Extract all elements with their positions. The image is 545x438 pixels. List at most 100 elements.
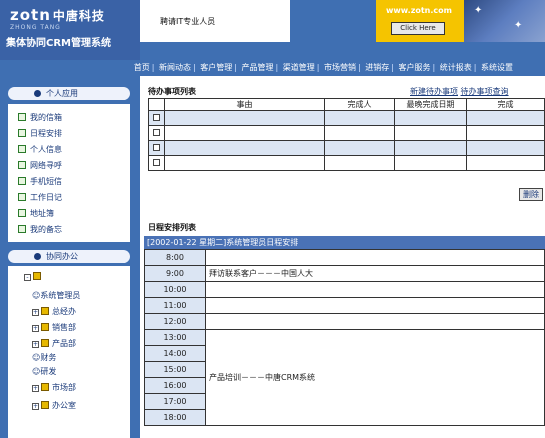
row-checkbox[interactable] — [153, 128, 160, 136]
tree-label: 总经办 — [52, 307, 76, 316]
tree-ceo-office[interactable]: + 总经办 — [32, 306, 76, 317]
ad-text: 聘请IT专业人员 — [160, 17, 216, 26]
office-panel-header[interactable]: 协同办公 — [8, 250, 130, 263]
house-icon — [41, 323, 49, 331]
tree-label: 销售部 — [52, 323, 76, 332]
todo-title: 待办事项列表 — [148, 87, 196, 96]
menu-memo[interactable]: 我的备忘 — [18, 224, 62, 235]
time-cell: 17:00 — [144, 393, 206, 410]
tree-rd[interactable]: ☺研发 — [32, 366, 56, 377]
col-header — [148, 98, 165, 111]
menu-sms[interactable]: 手机短信 — [18, 176, 62, 187]
tree-admin[interactable]: ☺系统管理员 — [32, 290, 80, 301]
schedule-row[interactable]: 12:00 — [144, 313, 545, 330]
table-cell — [164, 125, 325, 141]
todo-links: 新建待办事项 待办事项查询 — [410, 86, 509, 97]
nav-inventory[interactable]: 进销存 — [365, 63, 389, 72]
schedule-row[interactable]: 10:00 — [144, 281, 545, 298]
tree-label: 系统管理员 — [40, 291, 81, 300]
row-checkbox[interactable] — [153, 143, 160, 151]
nav-channels[interactable]: 渠道管理 — [283, 63, 315, 72]
bullet-icon — [34, 90, 41, 97]
expand-icon: + — [32, 385, 39, 392]
row-checkbox[interactable] — [153, 158, 160, 166]
schedule-table: 8:00 9:00 拜访联系客户－－－中国人大 10:00 11:00 12:00… — [144, 249, 545, 426]
time-cell: 18:00 — [144, 409, 206, 426]
tree-marketing[interactable]: + 市场部 — [32, 382, 76, 393]
bullet-icon — [34, 253, 41, 260]
sparkle-icon: ✦ — [514, 20, 523, 31]
tree-finance[interactable]: ☺财务 — [32, 352, 56, 363]
row-checkbox[interactable] — [153, 113, 160, 121]
event-cell — [205, 249, 545, 266]
table-row[interactable] — [148, 110, 545, 126]
new-todo-link[interactable]: 新建待办事项 — [410, 87, 458, 96]
table-row[interactable] — [148, 125, 545, 141]
personal-panel-title: 个人应用 — [46, 89, 78, 98]
table-cell — [394, 155, 467, 171]
tree-root[interactable]: - — [24, 272, 44, 281]
house-icon — [41, 401, 49, 409]
time-cell: 11:00 — [144, 297, 206, 314]
expand-icon: + — [32, 309, 39, 316]
table-cell — [394, 125, 467, 141]
time-cell: 10:00 — [144, 281, 206, 298]
col-header: 完成 — [466, 98, 545, 111]
click-here-button[interactable]: Click Here — [391, 22, 445, 35]
table-header-row: 事由 完成人 最晚完成日期 完成 — [148, 98, 545, 111]
event-cell: 拜访联系客户－－－中国人大 — [205, 265, 545, 282]
main-content: 待办事项列表 新建待办事项 待办事项查询 事由 完成人 最晚完成日期 完成 删除… — [140, 76, 545, 438]
house-icon — [33, 272, 41, 280]
nav-settings[interactable]: 系统设置 — [481, 63, 513, 72]
tree-office[interactable]: + 办公室 — [32, 400, 76, 411]
time-cell: 15:00 — [144, 361, 206, 378]
logo-text: zotn — [10, 6, 51, 24]
menu-label: 手机短信 — [30, 177, 62, 186]
schedule-row[interactable]: 9:00 拜访联系客户－－－中国人大 — [144, 265, 545, 282]
table-cell — [148, 140, 165, 156]
person-icon — [18, 145, 26, 153]
time-cell: 13:00 — [144, 329, 206, 346]
nav-products[interactable]: 产品管理 — [242, 63, 274, 72]
sparkle-icon: ✦ — [474, 5, 483, 16]
todo-query-link[interactable]: 待办事项查询 — [461, 87, 509, 96]
menu-label: 日程安排 — [30, 129, 62, 138]
schedule-row[interactable]: 13:00 产品培训－－－中唐CRM系统 — [144, 329, 545, 426]
nav-news[interactable]: 新闻动态 — [159, 63, 191, 72]
table-row[interactable] — [148, 140, 545, 156]
logo-sub: ZHONG TANG — [10, 24, 61, 31]
menu-label: 地址簿 — [30, 209, 54, 218]
menu-personal-info[interactable]: 个人信息 — [18, 144, 62, 155]
menu-work-log[interactable]: 工作日记 — [18, 192, 62, 203]
schedule-header: [2002-01-22 星期二]系统管理员日程安排 — [144, 236, 545, 249]
table-cell — [324, 155, 395, 171]
notebook-icon — [18, 193, 26, 201]
personal-panel-header[interactable]: 个人应用 — [8, 87, 130, 100]
ad-image: ✦ ✦ — [464, 0, 545, 42]
system-name: 集体协同CRM管理系统 — [6, 38, 111, 49]
schedule-row[interactable]: 8:00 — [144, 249, 545, 266]
menu-mailbox[interactable]: 我的信箱 — [18, 112, 62, 123]
menu-label: 工作日记 — [30, 193, 62, 202]
menu-schedule[interactable]: 日程安排 — [18, 128, 62, 139]
nav-customers[interactable]: 客户管理 — [200, 63, 232, 72]
table-row[interactable] — [148, 155, 545, 171]
delete-button[interactable]: 删除 — [519, 188, 543, 201]
menu-paging[interactable]: 网络寻呼 — [18, 160, 62, 171]
top-nav: 首页 | 新闻动态 | 客户管理 | 产品管理 | 渠道管理 | 市场营销 | 进销存 | 客… — [0, 60, 545, 76]
menu-address-book[interactable]: 地址簿 — [18, 208, 54, 219]
house-icon — [41, 307, 49, 315]
nav-home[interactable]: 首页 — [134, 63, 150, 72]
tree-sales[interactable]: + 销售部 — [32, 322, 76, 333]
event-cell: 产品培训－－－中唐CRM系统 — [205, 329, 545, 426]
expand-icon: + — [32, 325, 39, 332]
schedule-row[interactable]: 11:00 — [144, 297, 545, 314]
nav-service[interactable]: 客户服务 — [399, 63, 431, 72]
table-cell — [324, 140, 395, 156]
todo-table: 事由 完成人 最晚完成日期 完成 — [148, 98, 545, 171]
nav-marketing[interactable]: 市场营销 — [324, 63, 356, 72]
sidebar: 个人应用 我的信箱 日程安排 个人信息 网络寻呼 手机短信 工作日记 地址簿 我… — [0, 76, 140, 438]
col-header: 事由 — [164, 98, 325, 111]
nav-reports[interactable]: 统计报表 — [440, 63, 472, 72]
tree-product[interactable]: + 产品部 — [32, 338, 76, 349]
